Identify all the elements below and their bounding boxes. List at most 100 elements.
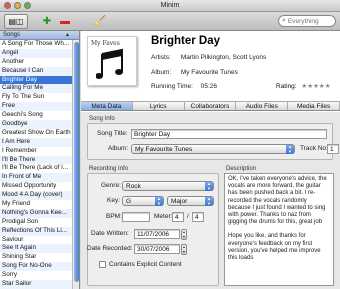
song-list-item[interactable]: I Am Here bbox=[0, 137, 73, 147]
song-list-item[interactable]: Star Sailor bbox=[0, 280, 73, 289]
description-paragraph-1: OK, I've taken everyone's advice, the vo… bbox=[228, 176, 327, 226]
song-list-item[interactable]: Song For No-One bbox=[0, 262, 73, 272]
album-label: Album: bbox=[151, 69, 172, 76]
scale-popup[interactable]: Major ▲ ▼ bbox=[167, 196, 214, 206]
description-textarea[interactable]: OK, I've taken everyone's advice, the vo… bbox=[224, 173, 334, 286]
sidebar-scrollbar[interactable] bbox=[72, 40, 79, 289]
song-info-group-title: Song Info bbox=[89, 116, 115, 122]
song-list-item[interactable]: Calling For Me bbox=[0, 84, 73, 94]
song-list-item[interactable]: Missed Opportunity bbox=[0, 182, 73, 191]
song-list-item[interactable]: Angel bbox=[0, 48, 73, 58]
song-list-item[interactable]: Shining Star bbox=[0, 253, 73, 262]
track-no-field[interactable]: 1 bbox=[327, 144, 339, 154]
song-title-heading: Brighter Day bbox=[151, 35, 221, 47]
meter-denominator-field[interactable]: 4 bbox=[192, 212, 204, 222]
song-list-item[interactable]: Fly To The Sun bbox=[0, 93, 73, 102]
album-popup[interactable]: My Favourite Tunes ▲ ▼ bbox=[131, 144, 295, 154]
song-list-item[interactable]: Sorry bbox=[0, 271, 73, 280]
song-list-item[interactable]: Greatest Show On Earth bbox=[0, 129, 73, 138]
tab-media-files[interactable]: Media Files bbox=[288, 102, 340, 110]
song-list-item[interactable]: Mood 4 A Day (cover) bbox=[0, 191, 73, 201]
description-group-title: Description bbox=[226, 166, 257, 172]
rating-stars[interactable]: ★★★★★ bbox=[301, 83, 330, 90]
running-time-label: Running Time: bbox=[151, 83, 193, 90]
songs-column-header[interactable]: Songs ▲ bbox=[0, 31, 79, 40]
song-sidebar: Songs ▲ A Song For Those Wh... Angel Anoth… bbox=[0, 31, 80, 289]
recording-info-group-title: Recording Info bbox=[89, 166, 129, 172]
artists-value: Martin Pilkington, Scott Lyons bbox=[180, 54, 267, 61]
running-time-value: 05:26 bbox=[200, 83, 218, 90]
meta-data-panel: Song Info Song Title: Brighter Day Album… bbox=[81, 112, 340, 289]
song-list-item[interactable]: I Remember bbox=[0, 147, 73, 156]
remove-song-button[interactable]: ▬ bbox=[58, 14, 72, 29]
song-list-item[interactable]: I'll Be There bbox=[0, 155, 73, 165]
popup-arrows-icon: ▲ ▼ bbox=[205, 196, 213, 206]
key-popup-value: G bbox=[126, 198, 132, 205]
genre-popup-value: Rock bbox=[126, 183, 141, 190]
tab-collaborators[interactable]: Collaborators bbox=[184, 102, 237, 110]
add-song-button[interactable]: ✚ bbox=[40, 14, 54, 29]
window-controls bbox=[4, 2, 31, 9]
album-popup-value: My Favourite Tunes bbox=[135, 146, 193, 153]
broom-icon: 🧹 bbox=[93, 16, 107, 27]
bpm-label: BPM: bbox=[106, 213, 122, 220]
song-list-item[interactable]: Nothing's Gonna Kee... bbox=[0, 208, 73, 218]
song-list-item[interactable]: Goodbye bbox=[0, 120, 73, 129]
date-recorded-label: Date Recorded: bbox=[87, 245, 133, 252]
key-popup[interactable]: G ▲ ▼ bbox=[122, 196, 164, 206]
bpm-field[interactable] bbox=[122, 212, 150, 222]
window-title: Minim bbox=[160, 2, 180, 9]
song-list-item[interactable]: My Friend bbox=[0, 200, 73, 209]
song-list-item[interactable]: Reflections Of This Li... bbox=[0, 226, 73, 236]
meter-label: Meter: bbox=[154, 213, 173, 220]
song-list-item[interactable]: In Front of Me bbox=[0, 173, 73, 183]
popup-arrows-icon: ▲ ▼ bbox=[155, 196, 163, 206]
date-recorded-field[interactable]: 30/07/2006 bbox=[134, 244, 180, 254]
sidebar-scroll-thumb[interactable] bbox=[74, 42, 79, 282]
song-list-item[interactable]: Brighter Day bbox=[0, 75, 73, 85]
popup-arrows-icon: ▲ ▼ bbox=[286, 144, 294, 154]
artists-row: Artists: Martin Pilkington, Scott Lyons bbox=[151, 54, 266, 61]
song-list-item[interactable]: I'll Be There (Lack of I... bbox=[0, 164, 73, 173]
tab-lyrics[interactable]: Lyrics bbox=[132, 102, 185, 110]
song-list-item[interactable]: Saviour bbox=[0, 236, 73, 245]
title-bar: Minim bbox=[0, 0, 340, 12]
close-window-button[interactable] bbox=[4, 2, 11, 9]
artists-label: Artists: bbox=[151, 54, 171, 61]
rating-row: Rating: ★★★★★ bbox=[276, 82, 331, 90]
tab-audio-files[interactable]: Audio Files bbox=[236, 102, 289, 110]
zoom-window-button[interactable] bbox=[24, 2, 31, 9]
genre-popup[interactable]: Rock ▲ ▼ bbox=[122, 181, 214, 191]
song-list-item[interactable]: Free bbox=[0, 102, 73, 112]
song-list-item[interactable]: A Song For Those Wh... bbox=[0, 40, 73, 49]
song-list-item[interactable]: Prodigal Son bbox=[0, 218, 73, 227]
meter-numerator-field[interactable]: 4 bbox=[172, 212, 184, 222]
view-toggle-button[interactable]: ▤◫ bbox=[4, 14, 28, 29]
minimize-window-button[interactable] bbox=[14, 2, 21, 9]
song-list-item[interactable]: Because I Can bbox=[0, 66, 73, 76]
edit-button[interactable]: 🧹 bbox=[93, 14, 107, 29]
song-list-item[interactable]: Another bbox=[0, 58, 73, 67]
song-title-label: Song Title: bbox=[97, 130, 128, 137]
minus-icon: ▬ bbox=[60, 16, 70, 27]
running-time-row: Running Time: 05:26 bbox=[151, 83, 217, 90]
album-value: My Favourite Tunes bbox=[180, 69, 238, 76]
meter-separator: / bbox=[187, 213, 189, 220]
song-list-item[interactable]: See It Again bbox=[0, 244, 73, 254]
search-input[interactable] bbox=[287, 17, 332, 25]
album-row: Album: My Favourite Tunes bbox=[151, 69, 238, 76]
date-written-field[interactable]: 11/07/2006 bbox=[134, 229, 180, 239]
search-icon: ⌕ bbox=[282, 17, 286, 24]
date-recorded-stepper[interactable]: ▲ ▼ bbox=[181, 244, 187, 255]
music-notes-icon bbox=[96, 48, 123, 79]
song-list-item[interactable]: Geechi's Song bbox=[0, 111, 73, 120]
song-title-field[interactable]: Brighter Day bbox=[131, 129, 327, 139]
date-written-stepper[interactable]: ▲ ▼ bbox=[181, 229, 187, 240]
sort-ascending-icon: ▲ bbox=[65, 32, 70, 38]
tab-meta-data[interactable]: Meta Data bbox=[81, 102, 133, 110]
explicit-content-checkbox[interactable] bbox=[99, 261, 106, 268]
scale-popup-value: Major bbox=[171, 198, 188, 205]
key-label: Key: bbox=[107, 197, 121, 204]
track-no-label: Track No: bbox=[300, 145, 328, 152]
search-field[interactable]: ⌕ bbox=[278, 15, 336, 27]
